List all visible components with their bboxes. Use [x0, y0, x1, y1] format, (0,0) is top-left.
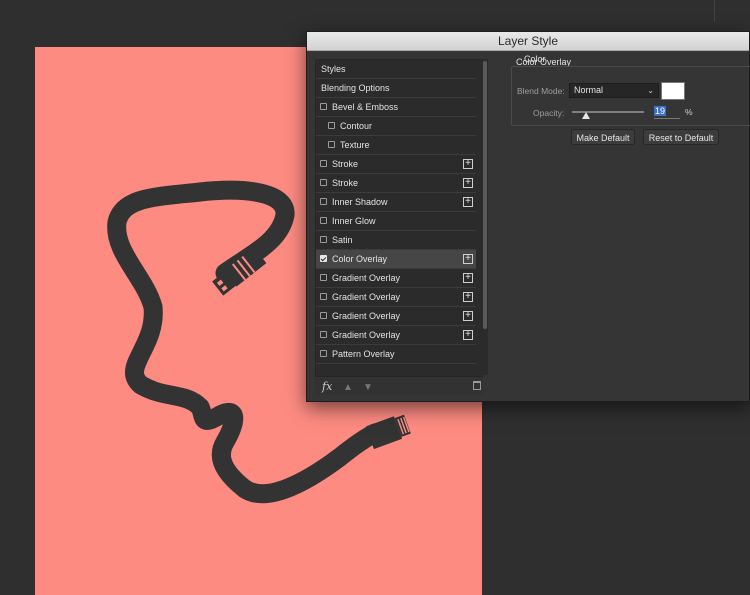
style-item-label: Gradient Overlay [332, 311, 401, 321]
fx-button[interactable]: fx [322, 380, 332, 393]
style-checkbox[interactable] [320, 312, 327, 320]
add-effect-plus-icon[interactable]: + [463, 178, 473, 188]
opacity-unit: % [685, 107, 693, 117]
color-swatch[interactable] [661, 82, 685, 100]
style-checkbox[interactable] [320, 331, 327, 339]
arrow-down-icon[interactable]: ▼ [363, 382, 373, 393]
style-item-label: Stroke [332, 159, 359, 169]
reset-to-default-button[interactable]: Reset to Default [643, 129, 719, 145]
style-checkbox[interactable] [320, 160, 327, 168]
opacity-label: Opacity: [533, 108, 565, 118]
style-checkbox[interactable] [320, 236, 327, 244]
style-item[interactable]: Gradient Overlay + [316, 288, 476, 307]
blend-mode-value: Normal [574, 85, 604, 95]
trash-icon[interactable] [473, 381, 481, 390]
style-checkbox[interactable] [328, 141, 335, 149]
ethernet-connector-icon [365, 414, 411, 450]
style-checkbox[interactable] [320, 198, 327, 206]
color-overlay-panel: Color Overlay Color Blend Mode: Normal ⌄… [501, 52, 750, 392]
style-checkbox[interactable] [320, 179, 327, 187]
style-item-label: Gradient Overlay [332, 273, 401, 283]
add-effect-plus-icon[interactable]: + [463, 311, 473, 321]
style-item[interactable]: Stroke + [316, 174, 476, 193]
add-effect-plus-icon[interactable]: + [463, 292, 473, 302]
style-item-label: Pattern Overlay [332, 349, 395, 359]
opacity-input[interactable]: 19 [654, 105, 680, 119]
color-group: Color Blend Mode: Normal ⌄ Opacity: 19 % [511, 54, 750, 126]
color-subtitle: Color [524, 54, 546, 64]
style-item-label: Stroke [332, 178, 359, 188]
style-item-label: Gradient Overlay [332, 292, 401, 302]
style-checkbox[interactable] [320, 255, 327, 263]
style-item[interactable]: Bevel & Emboss [316, 98, 476, 117]
arrow-up-icon[interactable]: ▲ [343, 382, 353, 393]
style-item[interactable]: Color Overlay + [316, 250, 476, 269]
style-item[interactable]: Contour [316, 117, 476, 136]
style-item[interactable]: Gradient Overlay + [316, 326, 476, 345]
style-item-label: Inner Shadow [332, 197, 388, 207]
style-item[interactable]: Styles [316, 60, 476, 79]
style-checkbox[interactable] [320, 274, 327, 282]
style-checkbox[interactable] [320, 293, 327, 301]
style-item[interactable]: Satin [316, 231, 476, 250]
dialog-title[interactable]: Layer Style [307, 32, 749, 51]
styles-scrollbar[interactable] [482, 59, 488, 375]
add-effect-plus-icon[interactable]: + [463, 254, 473, 264]
style-item[interactable]: Gradient Overlay + [316, 269, 476, 288]
style-item-label: Texture [340, 140, 370, 150]
style-checkbox[interactable] [320, 103, 327, 111]
add-effect-plus-icon[interactable]: + [463, 159, 473, 169]
style-item-label: Bevel & Emboss [332, 102, 399, 112]
opacity-slider-thumb[interactable] [581, 112, 590, 119]
styles-panel: Styles Blending Options Bevel & Emboss Cont… [315, 59, 488, 395]
make-default-button[interactable]: Make Default [571, 129, 635, 145]
style-item[interactable]: Texture [316, 136, 476, 155]
style-item[interactable]: Pattern Overlay [316, 345, 476, 364]
style-item[interactable]: Inner Glow [316, 212, 476, 231]
style-item-label: Inner Glow [332, 216, 376, 226]
style-item-label: Color Overlay [332, 254, 388, 264]
style-item-label: Gradient Overlay [332, 330, 401, 340]
style-checkbox[interactable] [320, 350, 327, 358]
style-item[interactable]: Blending Options [316, 79, 476, 98]
style-item-label: Contour [340, 121, 373, 131]
scroll-thumb[interactable] [483, 61, 487, 329]
opacity-value: 19 [654, 106, 667, 116]
chevron-down-icon: ⌄ [647, 86, 654, 95]
style-item-label: Satin [332, 235, 353, 245]
layer-style-dialog: Layer Style Styles Blending Options Bevel … [306, 31, 750, 402]
blend-mode-select[interactable]: Normal ⌄ [569, 83, 659, 98]
styles-footer: fx ▲ ▼ [315, 377, 490, 395]
workspace-divider [714, 0, 715, 22]
add-effect-plus-icon[interactable]: + [463, 330, 473, 340]
style-item[interactable]: Stroke + [316, 155, 476, 174]
style-item[interactable]: Inner Shadow + [316, 193, 476, 212]
style-item-label: Styles [321, 64, 346, 74]
style-item[interactable]: Gradient Overlay + [316, 307, 476, 326]
blend-mode-label: Blend Mode: [517, 86, 565, 96]
style-checkbox[interactable] [328, 122, 335, 130]
styles-list: Styles Blending Options Bevel & Emboss Cont… [315, 59, 483, 377]
style-item-label: Blending Options [321, 83, 390, 93]
add-effect-plus-icon[interactable]: + [463, 273, 473, 283]
add-effect-plus-icon[interactable]: + [463, 197, 473, 207]
style-checkbox[interactable] [320, 217, 327, 225]
